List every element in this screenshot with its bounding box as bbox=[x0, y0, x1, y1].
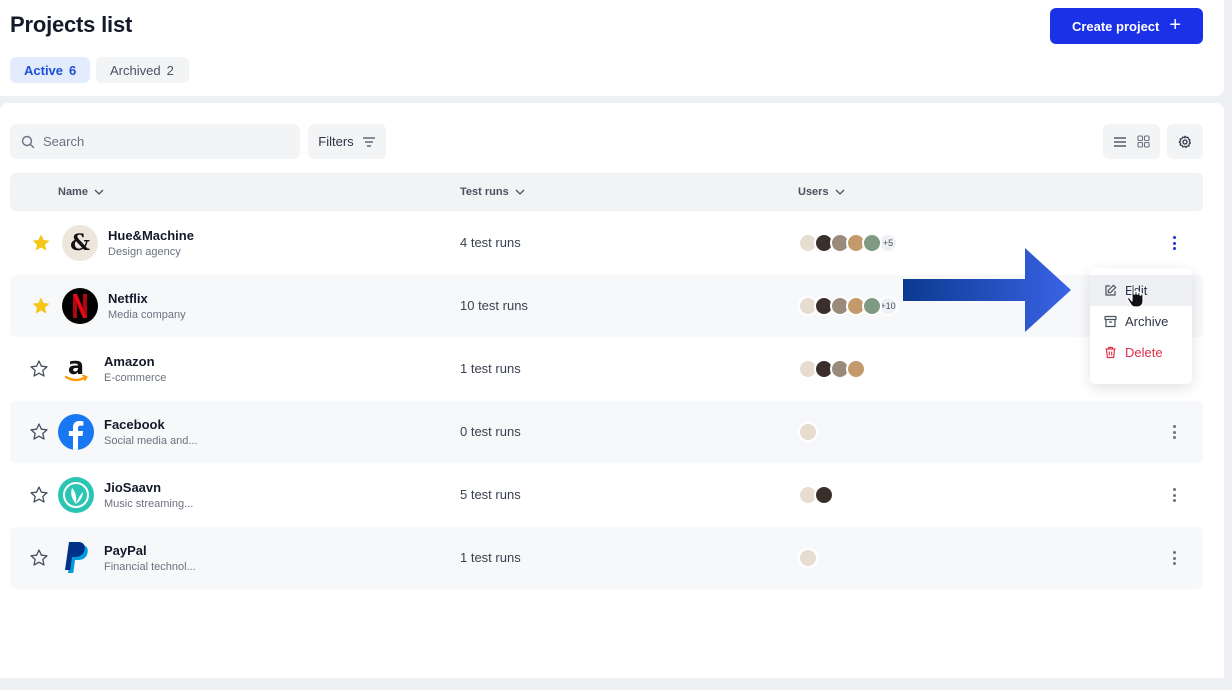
row-actions-button[interactable] bbox=[1168, 549, 1180, 567]
user-avatars: +5 bbox=[798, 233, 898, 253]
project-name: Facebook bbox=[104, 417, 165, 432]
project-subtitle: E-commerce bbox=[104, 372, 167, 384]
amazon-logo: a bbox=[58, 351, 94, 387]
table-row[interactable]: Facebook Social media and... 0 test runs bbox=[10, 401, 1203, 463]
test-runs-count: 4 test runs bbox=[460, 235, 521, 250]
test-runs-count: 1 test runs bbox=[460, 361, 521, 376]
table-row[interactable]: JioSaavn Music streaming... 5 test runs bbox=[10, 464, 1203, 526]
row-actions-button[interactable] bbox=[1168, 423, 1180, 441]
avatar bbox=[862, 233, 882, 253]
star-outline-icon[interactable] bbox=[29, 485, 49, 505]
projects-panel: Filters Name Test runs Users & Hue&Machi… bbox=[0, 103, 1224, 678]
jiosaavn-logo bbox=[58, 477, 94, 513]
user-avatars bbox=[798, 485, 834, 505]
archive-icon bbox=[1104, 315, 1117, 328]
plus-icon: + bbox=[1169, 14, 1182, 36]
edit-icon bbox=[1105, 284, 1117, 296]
chevron-down-icon bbox=[515, 189, 525, 195]
avatar bbox=[798, 548, 818, 568]
list-view-icon[interactable] bbox=[1113, 136, 1127, 148]
test-runs-count: 0 test runs bbox=[460, 424, 521, 439]
project-subtitle: Music streaming... bbox=[104, 498, 194, 510]
paypal-logo bbox=[58, 540, 94, 576]
star-filled-icon[interactable] bbox=[31, 296, 51, 316]
star-outline-icon[interactable] bbox=[29, 548, 49, 568]
tab-archived-count: 2 bbox=[166, 62, 174, 78]
filters-label: Filters bbox=[318, 134, 354, 149]
table-row[interactable]: a Amazon E-commerce 1 test runs bbox=[10, 338, 1203, 400]
table-row[interactable]: PayPal Financial technol... 1 test runs bbox=[10, 527, 1203, 589]
project-name: Netflix bbox=[108, 291, 148, 306]
user-avatars bbox=[798, 422, 818, 442]
column-header-name[interactable]: Name bbox=[58, 173, 104, 211]
menu-item-delete[interactable]: Delete bbox=[1090, 337, 1192, 368]
tab-active-label: Active bbox=[24, 62, 64, 78]
menu-item-delete-label: Delete bbox=[1125, 345, 1163, 360]
project-subtitle: Financial technol... bbox=[104, 561, 196, 573]
create-project-label: Create project bbox=[1071, 18, 1160, 34]
chevron-down-icon bbox=[835, 189, 845, 195]
project-name: Hue&Machine bbox=[108, 228, 194, 243]
menu-item-archive-label: Archive bbox=[1125, 314, 1169, 329]
netflix-logo bbox=[62, 288, 98, 324]
column-test-runs-label: Test runs bbox=[460, 186, 509, 198]
create-project-button[interactable]: Create project + bbox=[1050, 8, 1203, 44]
chevron-down-icon bbox=[94, 189, 104, 195]
star-outline-icon[interactable] bbox=[29, 359, 49, 379]
project-subtitle: Media company bbox=[108, 309, 186, 321]
view-toggle bbox=[1103, 124, 1160, 159]
row-actions-button[interactable] bbox=[1168, 234, 1180, 252]
star-filled-icon[interactable] bbox=[31, 233, 51, 253]
page-title: Projects list bbox=[10, 12, 133, 37]
project-name: Amazon bbox=[104, 354, 155, 369]
search-box[interactable] bbox=[10, 124, 300, 159]
user-avatars bbox=[798, 359, 866, 379]
test-runs-count: 10 test runs bbox=[460, 298, 528, 313]
hand-cursor-icon bbox=[1126, 283, 1144, 308]
project-subtitle: Design agency bbox=[108, 246, 181, 258]
table-header: Name Test runs Users bbox=[10, 173, 1203, 211]
avatar bbox=[862, 296, 882, 316]
user-avatars: +10 bbox=[798, 296, 898, 316]
filter-icon bbox=[362, 136, 375, 147]
settings-button[interactable] bbox=[1167, 124, 1203, 159]
search-input[interactable] bbox=[43, 134, 283, 149]
filters-button[interactable]: Filters bbox=[308, 124, 386, 159]
annotation-arrow bbox=[903, 248, 1071, 332]
test-runs-count: 5 test runs bbox=[460, 487, 521, 502]
page-header: Projects list Create project + Active 6 … bbox=[0, 0, 1224, 96]
star-outline-icon[interactable] bbox=[29, 422, 49, 442]
hue-machine-logo: & bbox=[62, 225, 98, 261]
column-users-label: Users bbox=[798, 186, 829, 198]
project-subtitle: Social media and... bbox=[104, 435, 198, 447]
grid-view-icon[interactable] bbox=[1137, 135, 1150, 148]
trash-icon bbox=[1105, 346, 1116, 359]
avatar bbox=[798, 422, 818, 442]
tab-archived-label: Archived bbox=[110, 62, 161, 78]
project-name: JioSaavn bbox=[104, 480, 162, 495]
avatar bbox=[814, 485, 834, 505]
facebook-logo bbox=[58, 414, 94, 450]
search-icon bbox=[21, 135, 35, 148]
tab-active[interactable]: Active 6 bbox=[10, 57, 90, 83]
tab-archived[interactable]: Archived 2 bbox=[96, 57, 189, 83]
row-actions-button[interactable] bbox=[1168, 486, 1180, 504]
column-header-users[interactable]: Users bbox=[798, 173, 845, 211]
user-avatars bbox=[798, 548, 818, 568]
project-name: PayPal bbox=[104, 543, 147, 558]
menu-item-archive[interactable]: Archive bbox=[1090, 306, 1192, 337]
test-runs-count: 1 test runs bbox=[460, 550, 521, 565]
avatar bbox=[846, 359, 866, 379]
column-header-test-runs[interactable]: Test runs bbox=[460, 173, 525, 211]
column-name-label: Name bbox=[58, 186, 88, 198]
gear-icon bbox=[1178, 135, 1191, 148]
svg-text:a: a bbox=[68, 352, 84, 380]
tab-active-count: 6 bbox=[69, 62, 77, 78]
